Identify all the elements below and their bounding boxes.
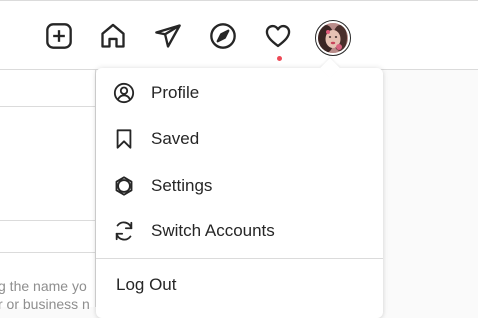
menu-item-label: Saved xyxy=(151,129,200,148)
top-navbar xyxy=(0,0,478,70)
activity-heart-icon[interactable] xyxy=(263,21,293,51)
profile-icon xyxy=(112,81,136,105)
menu-item-label: Profile xyxy=(151,83,200,102)
logout-label: Log Out xyxy=(116,275,177,294)
explore-icon[interactable] xyxy=(208,21,238,51)
switch-accounts-icon xyxy=(112,219,136,243)
settings-icon xyxy=(112,174,136,198)
page-content-panel: g the name yo r or business n xyxy=(0,70,96,312)
menu-divider xyxy=(96,258,383,259)
menu-item-label: Settings xyxy=(151,176,213,195)
bookmark-icon xyxy=(112,127,136,151)
new-post-icon[interactable] xyxy=(44,21,74,51)
menu-item-profile[interactable]: Profile xyxy=(96,70,383,116)
profile-dropdown-menu: Profile Saved Settings Switch Accounts L… xyxy=(96,58,383,318)
menu-item-label: Switch Accounts xyxy=(151,221,275,240)
direct-messages-icon[interactable] xyxy=(153,21,183,51)
home-icon[interactable] xyxy=(98,21,128,51)
logout-button[interactable]: Log Out xyxy=(96,264,383,306)
notification-dot xyxy=(277,56,282,61)
divider xyxy=(0,252,96,253)
menu-item-settings[interactable]: Settings xyxy=(96,163,383,209)
menu-item-saved[interactable]: Saved xyxy=(96,116,383,162)
divider xyxy=(0,220,96,221)
help-text-line: r or business n xyxy=(0,296,90,312)
profile-avatar[interactable] xyxy=(315,20,351,56)
divider xyxy=(0,106,96,107)
menu-item-switch-accounts[interactable]: Switch Accounts xyxy=(96,208,383,254)
help-text-line: g the name yo xyxy=(0,278,87,294)
